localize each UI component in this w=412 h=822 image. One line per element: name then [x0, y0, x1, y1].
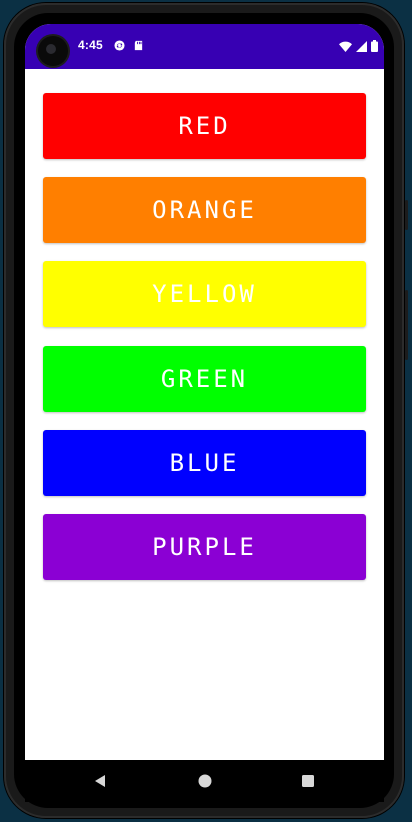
back-icon[interactable]: [92, 772, 110, 790]
battery-icon: [371, 40, 378, 52]
yellow-button[interactable]: YELLOW: [43, 261, 366, 327]
power-button: [405, 200, 408, 230]
sync-icon: [114, 40, 125, 51]
recents-icon[interactable]: [299, 772, 317, 790]
navigation-bar: [25, 760, 384, 802]
orange-button[interactable]: ORANGE: [43, 177, 366, 243]
signal-icon: [356, 40, 367, 52]
volume-button: [405, 290, 408, 360]
status-bar: 4:45: [25, 24, 384, 69]
front-camera: [38, 36, 68, 66]
purple-button[interactable]: PURPLE: [43, 514, 366, 580]
green-button[interactable]: GREEN: [43, 346, 366, 412]
button-list: RED ORANGE YELLOW GREEN BLUE PURPLE: [25, 69, 384, 760]
wifi-icon: [339, 41, 352, 52]
home-icon[interactable]: [196, 772, 214, 790]
status-time: 4:45: [78, 38, 103, 52]
system-icons: [339, 40, 378, 52]
sd-card-icon: [134, 40, 143, 51]
screen: 4:45 RED ORANGE YELLOW GREEN BLUE PURPLE: [25, 24, 384, 760]
red-button[interactable]: RED: [43, 93, 366, 159]
blue-button[interactable]: BLUE: [43, 430, 366, 496]
